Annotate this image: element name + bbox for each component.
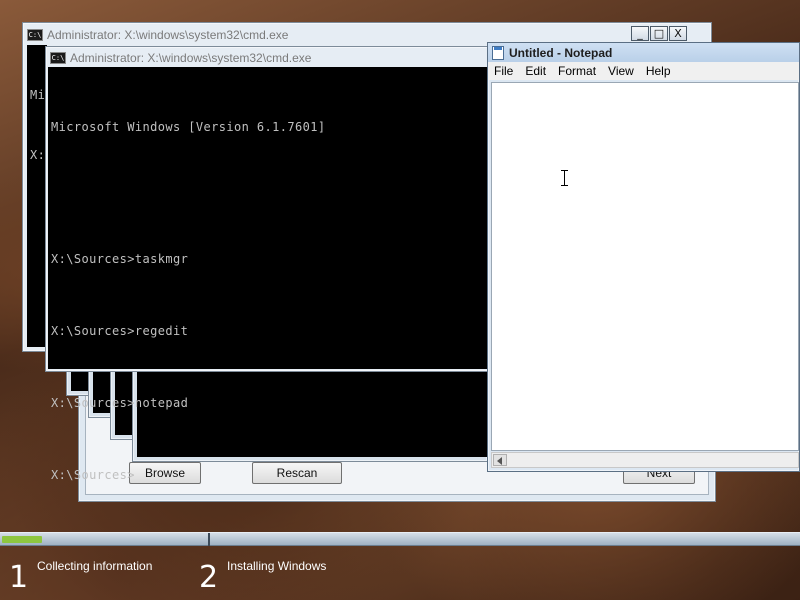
menu-edit[interactable]: Edit	[519, 64, 552, 78]
close-button[interactable]: X	[669, 26, 687, 41]
console-line: X:\Sources>regedit	[51, 324, 189, 338]
cmd-icon: C:\	[27, 29, 43, 41]
console-line: X:\Sources>	[51, 468, 135, 482]
setup-progress-bar	[0, 532, 800, 546]
horizontal-scrollbar[interactable]	[491, 452, 799, 468]
menu-file[interactable]: File	[488, 64, 519, 78]
notepad-titlebar[interactable]: Untitled - Notepad	[488, 43, 799, 63]
step-number: 2	[199, 560, 219, 595]
step-label: Collecting information	[37, 559, 153, 573]
front-cmd-window[interactable]: C:\ Administrator: X:\windows\system32\c…	[45, 46, 491, 482]
step-collecting-information: 1 Collecting information	[0, 546, 200, 600]
console-line: Microsoft Windows [Version 6.1.7601]	[51, 120, 326, 134]
back-cmd-controls: _ □ X	[631, 26, 687, 41]
progress-divider	[208, 533, 210, 546]
back-cmd-title: Administrator: X:\windows\system32\cmd.e…	[47, 28, 289, 42]
front-cmd-title: Administrator: X:\windows\system32\cmd.e…	[70, 51, 312, 65]
console-line: X:\Sources>taskmgr	[51, 252, 189, 266]
menu-format[interactable]: Format	[552, 64, 602, 78]
front-cmd-console[interactable]: Microsoft Windows [Version 6.1.7601] X:\…	[48, 67, 488, 482]
step-number: 1	[9, 560, 29, 595]
notepad-text-area[interactable]	[491, 82, 799, 451]
step-label: Installing Windows	[227, 559, 327, 573]
text-cursor-icon	[561, 170, 568, 186]
progress-fill	[2, 536, 42, 543]
menu-help[interactable]: Help	[640, 64, 677, 78]
notepad-window[interactable]: Untitled - Notepad File Edit Format View…	[487, 42, 800, 472]
notepad-menubar: File Edit Format View Help	[488, 62, 799, 80]
menu-view[interactable]: View	[602, 64, 640, 78]
scroll-left-icon[interactable]	[493, 454, 507, 466]
notepad-icon	[492, 46, 504, 60]
back-cmd-console[interactable]: Mi X:	[27, 45, 47, 347]
maximize-button[interactable]: □	[650, 26, 668, 41]
front-cmd-titlebar[interactable]: C:\ Administrator: X:\windows\system32\c…	[46, 47, 490, 69]
console-line: X:\Sources>notepad	[51, 396, 189, 410]
step-installing-windows: 2 Installing Windows	[190, 546, 410, 600]
minimize-button[interactable]: _	[631, 26, 649, 41]
notepad-title: Untitled - Notepad	[509, 46, 613, 60]
cmd-icon: C:\	[50, 52, 66, 64]
